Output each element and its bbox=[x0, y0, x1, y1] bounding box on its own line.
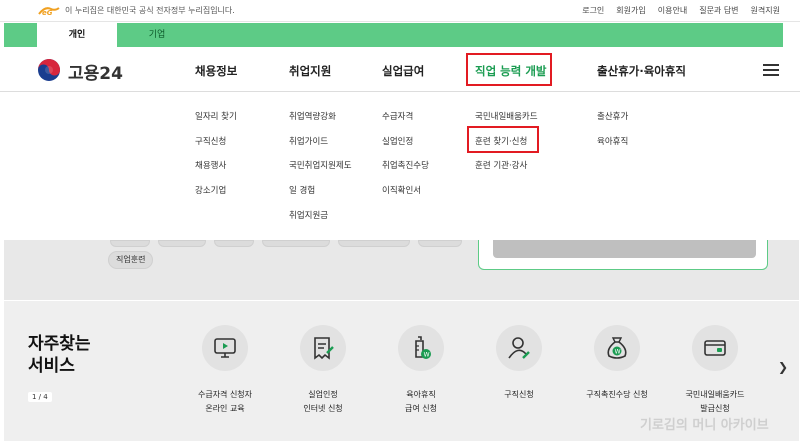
svg-text:W: W bbox=[615, 349, 621, 356]
tab-personal[interactable]: 개인 bbox=[37, 23, 117, 47]
person-pen-icon[interactable] bbox=[496, 325, 542, 371]
nav-maternity-leave[interactable]: 출산휴가·육아휴직 bbox=[597, 63, 686, 79]
submenu-item[interactable]: 구직신청 bbox=[195, 135, 226, 147]
keyword-chip-vocational[interactable]: 직업훈련 bbox=[108, 251, 154, 269]
nav-employment-support[interactable]: 취업지원 bbox=[289, 63, 331, 79]
submenu-item[interactable]: 수급자격 bbox=[382, 110, 413, 122]
pager-indicator: 1 / 4 bbox=[28, 392, 52, 402]
qna-link[interactable]: 질문과 답변 bbox=[699, 5, 738, 16]
highlight-box-nav bbox=[466, 53, 552, 86]
taegeuk-logo-icon[interactable] bbox=[37, 58, 61, 82]
remote-support-link[interactable]: 원격지원 bbox=[751, 5, 780, 16]
submenu-item[interactable]: 취업지원금 bbox=[289, 209, 328, 221]
section-title: 자주찾는 서비스 bbox=[28, 334, 91, 376]
submenu-item[interactable]: 일 경험 bbox=[289, 184, 315, 196]
signup-link[interactable]: 회원가입 bbox=[616, 5, 645, 16]
svg-text:eG: eG bbox=[42, 9, 53, 17]
site-logo-text[interactable]: 고용24 bbox=[68, 59, 123, 84]
nav-job-info[interactable]: 채용정보 bbox=[195, 63, 237, 79]
mega-menu: 일자리 찾기 구직신청 채용행사 강소기업 취업역량강화 취업가이드 국민취업지… bbox=[0, 92, 800, 240]
keyword-chip[interactable] bbox=[418, 240, 462, 247]
service-label[interactable]: 수급자격 신청자 온라인 교육 bbox=[177, 388, 273, 416]
keyword-chip[interactable] bbox=[214, 240, 254, 247]
menu-icon[interactable] bbox=[763, 64, 779, 76]
card-button[interactable] bbox=[493, 240, 756, 258]
submenu-item[interactable]: 취업가이드 bbox=[289, 135, 328, 147]
submenu-item[interactable]: 취업촉진수당 bbox=[382, 159, 429, 171]
submenu-item[interactable]: 국민내일배움카드 bbox=[475, 110, 538, 122]
submenu-item[interactable]: 육아휴직 bbox=[597, 135, 628, 147]
tab-business[interactable]: 기업 bbox=[117, 23, 197, 47]
nav-unemployment-benefit[interactable]: 실업급여 bbox=[382, 63, 424, 79]
svg-text:W: W bbox=[424, 352, 430, 359]
keyword-chip[interactable] bbox=[262, 240, 330, 247]
submenu-item[interactable]: 출산휴가 bbox=[597, 110, 628, 122]
service-label[interactable]: 육아휴직 급여 신청 bbox=[373, 388, 469, 416]
service-label[interactable]: 국민내일배움카드 발급신청 bbox=[667, 388, 763, 416]
submenu-item[interactable]: 훈련 기관·강사 bbox=[475, 159, 527, 171]
guide-link[interactable]: 이용안내 bbox=[658, 5, 687, 16]
money-bag-icon[interactable]: W bbox=[594, 325, 640, 371]
document-pen-icon[interactable] bbox=[300, 325, 346, 371]
keyword-chip[interactable] bbox=[110, 240, 150, 247]
eg-logo-icon: eG bbox=[38, 7, 60, 17]
gov-notice-text: 이 누리집은 대한민국 공식 전자정부 누리집입니다. bbox=[65, 6, 235, 15]
submenu-item[interactable]: 이직확인서 bbox=[382, 184, 421, 196]
keyword-chip[interactable] bbox=[338, 240, 410, 247]
highlight-box-submenu bbox=[467, 126, 539, 153]
monitor-play-icon[interactable] bbox=[202, 325, 248, 371]
main-header: 고용24 채용정보 취업지원 실업급여 직업 능력 개발 출산휴가·육아휴직 bbox=[0, 48, 800, 92]
user-type-tab-bar: 개인 기업 bbox=[4, 23, 783, 47]
baby-bottle-icon[interactable]: W bbox=[398, 325, 444, 371]
login-link[interactable]: 로그인 bbox=[582, 5, 604, 16]
service-label[interactable]: 실업인정 인터넷 신청 bbox=[275, 388, 371, 416]
submenu-item[interactable]: 취업역량강화 bbox=[289, 110, 336, 122]
service-label[interactable]: 구직신청 bbox=[471, 388, 567, 402]
submenu-item[interactable]: 강소기업 bbox=[195, 184, 226, 196]
chevron-right-icon[interactable]: ❯ bbox=[778, 360, 788, 374]
submenu-item[interactable]: 일자리 찾기 bbox=[195, 110, 237, 122]
submenu-item[interactable]: 채용행사 bbox=[195, 159, 226, 171]
watermark-text: 기로김의 머니 아카이브 bbox=[640, 418, 769, 433]
submenu-item[interactable]: 국민취업지원제도 bbox=[289, 159, 352, 171]
gov-notice-bar: eG 이 누리집은 대한민국 공식 전자정부 누리집입니다. 로그인 회원가입 … bbox=[0, 0, 800, 22]
keyword-chip[interactable] bbox=[158, 240, 206, 247]
service-label[interactable]: 구직촉진수당 신청 bbox=[569, 388, 665, 402]
card-icon[interactable] bbox=[692, 325, 738, 371]
utility-links: 로그인 회원가입 이용안내 질문과 답변 원격지원 bbox=[582, 5, 780, 16]
submenu-item[interactable]: 실업인정 bbox=[382, 135, 413, 147]
